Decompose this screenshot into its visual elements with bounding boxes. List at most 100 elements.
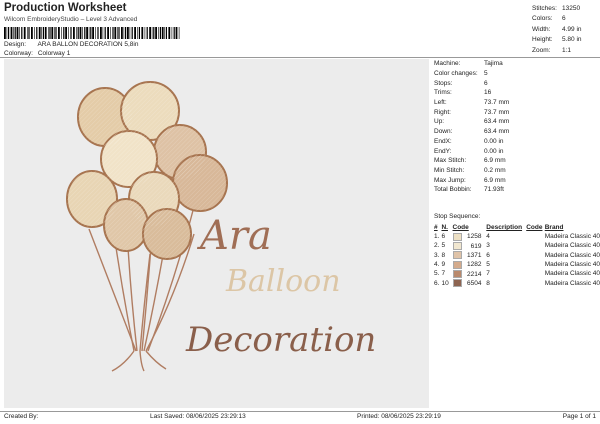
cell-brand-text: Madeira Classic 40	[544, 242, 600, 250]
property-label: Left:	[434, 99, 447, 107]
barcode-bar	[117, 27, 118, 39]
property-value: 6.9 mm	[484, 176, 506, 184]
barcode-bar	[168, 27, 171, 39]
barcode-bar	[137, 27, 138, 39]
property-value: 63.4 mm	[484, 118, 510, 126]
property-value: 6	[484, 79, 488, 87]
barcode-bar	[16, 27, 19, 39]
property-label: Max Jump:	[434, 176, 466, 184]
property-row: Min Stitch: 0.2 mm	[434, 166, 600, 176]
colorway-value: Colorway 1	[37, 50, 71, 57]
cell-description: 6	[486, 251, 526, 260]
design-preview: Ara Balloon Decoration	[4, 59, 429, 408]
property-row: Down: 63.4 mm	[434, 127, 600, 137]
property-row: Left: 73.7 mm	[434, 98, 600, 108]
barcode-bar	[104, 27, 106, 39]
property-value: 0.2 mm	[484, 166, 506, 174]
cell-index-text: 2.	[434, 242, 440, 250]
barcode-bar	[100, 27, 102, 39]
barcode-bar	[134, 27, 136, 39]
page-title: Production Worksheet	[4, 2, 127, 14]
cell-code	[526, 260, 545, 269]
cell-n: 10	[441, 278, 452, 287]
barcode-bar	[88, 27, 90, 39]
col-index: #	[434, 224, 438, 231]
cell-color-code: 619	[452, 241, 487, 250]
property-label: Color changes:	[434, 70, 478, 78]
design-value: ARA BALLON DECORATION 5,8in	[37, 41, 139, 48]
property-label: EndY:	[434, 147, 452, 155]
stat-label: Colors:	[532, 15, 553, 23]
cell-description-text: 7	[486, 270, 490, 278]
property-label: Stops:	[434, 79, 453, 87]
barcode-bar	[76, 27, 77, 39]
table-row: 2. 5 619 3 Madeira Classic 40	[434, 241, 600, 250]
stat-label: Stitches:	[532, 4, 557, 12]
property-value: 73.7 mm	[484, 99, 510, 107]
cell-description: 7	[486, 269, 526, 278]
barcode-bar	[90, 27, 92, 39]
barcode-bar	[70, 27, 72, 39]
barcode-bar	[110, 27, 111, 39]
color-swatch	[452, 260, 462, 269]
barcode-bar	[27, 27, 28, 39]
cell-description: 5	[486, 260, 526, 269]
table-row: 1. 6 1258 4 Madeira Classic 40	[434, 232, 600, 241]
cell-code	[526, 278, 545, 287]
cell-n-text: 9	[441, 261, 446, 269]
cell-stitches: 1282	[467, 261, 482, 269]
table-row: 4. 9 1282 5 Madeira Classic 40	[434, 260, 600, 269]
barcode-bar	[48, 27, 49, 39]
stat-row: Height: 5.80 in	[532, 35, 590, 46]
property-label: Machine:	[434, 60, 461, 68]
property-row: Stops: 6	[434, 78, 600, 88]
cell-code	[526, 269, 545, 278]
cell-color-code: 1371	[452, 251, 487, 260]
barcode-bar	[10, 27, 13, 39]
cell-brand: Madeira Classic 40	[545, 241, 600, 250]
table-row: 5. 7 2214 7 Madeira Classic 40	[434, 269, 600, 278]
color-swatch	[452, 269, 462, 278]
barcode	[4, 27, 180, 39]
barcode-bar	[23, 27, 26, 39]
embroidery-artwork: Ara Balloon Decoration	[66, 81, 376, 372]
cell-index-text: 1.	[434, 233, 440, 241]
cell-stitches: 1258	[467, 233, 482, 241]
property-label: Total Bobbin:	[434, 186, 472, 194]
barcode-bar	[34, 27, 35, 39]
cell-brand-text: Madeira Classic 40	[544, 261, 600, 269]
property-label: Up:	[434, 118, 445, 126]
property-row: Color changes: 5	[434, 69, 600, 79]
barcode-bar	[121, 27, 123, 39]
barcode-bar	[123, 27, 125, 39]
barcode-bar	[77, 27, 79, 39]
barcode-bar	[38, 27, 41, 39]
cell-brand: Madeira Classic 40	[545, 260, 600, 269]
cell-description-text: 4	[486, 233, 490, 241]
header-divider	[0, 57, 600, 58]
cell-code	[526, 251, 545, 260]
barcode-bar	[131, 27, 133, 39]
property-row: Right: 73.7 mm	[434, 107, 600, 117]
barcode-bar	[171, 27, 173, 39]
cell-index-text: 3.	[434, 251, 440, 259]
cell-n: 9	[441, 260, 452, 269]
property-label: Min Stitch:	[434, 166, 465, 174]
cell-brand-text: Madeira Classic 40	[544, 270, 600, 278]
color-swatch	[452, 241, 462, 250]
property-value: 6.9 mm	[484, 157, 506, 165]
barcode-bar	[173, 27, 175, 39]
property-value: 0.00 in	[484, 147, 504, 155]
cell-brand: Madeira Classic 40	[545, 251, 600, 260]
property-value: 16	[484, 89, 492, 97]
barcode-bar	[21, 27, 23, 39]
cell-brand-text: Madeira Classic 40	[544, 279, 600, 287]
cell-index-text: 5.	[434, 270, 440, 278]
cell-n: 8	[441, 251, 452, 260]
barcode-bar	[41, 27, 42, 39]
barcode-bar	[97, 27, 99, 39]
string-ends	[111, 350, 167, 372]
property-label: Down:	[434, 128, 453, 136]
property-row: Trims: 16	[434, 88, 600, 98]
barcode-bar	[84, 27, 86, 39]
